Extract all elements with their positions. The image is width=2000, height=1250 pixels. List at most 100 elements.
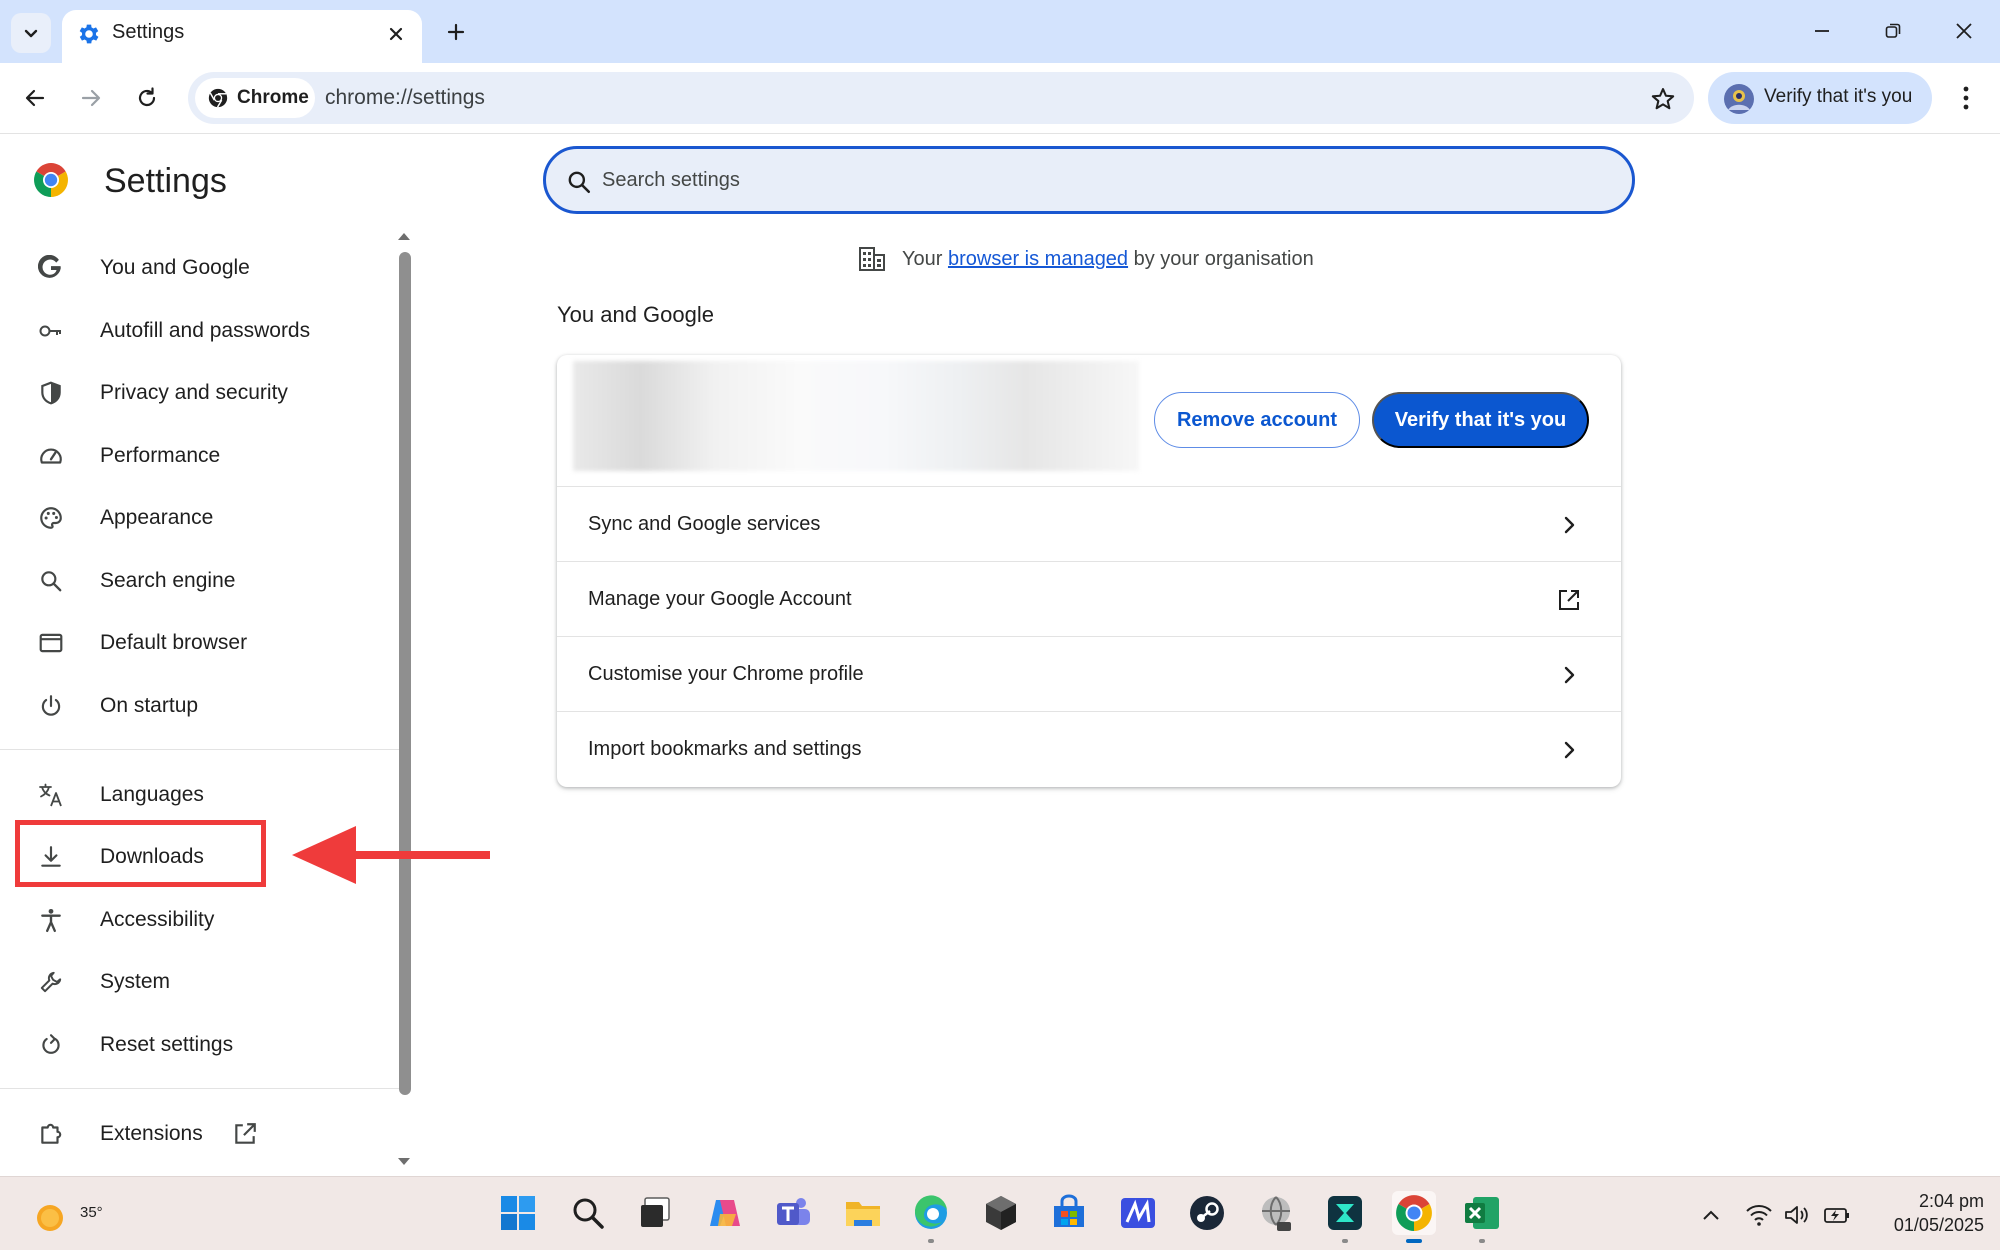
close-tab-button[interactable] <box>382 20 410 48</box>
task-view-button[interactable] <box>634 1191 678 1235</box>
search-input[interactable] <box>602 161 1602 199</box>
section-title: You and Google <box>557 302 714 327</box>
manage-google-account-row[interactable]: Manage your Google Account <box>557 562 1621 637</box>
weather-widget[interactable]: 35° <box>30 1190 103 1238</box>
sync-services-row[interactable]: Sync and Google services <box>557 487 1621 562</box>
reload-button[interactable] <box>126 77 168 119</box>
battery-status[interactable] <box>1822 1201 1852 1229</box>
show-hidden-icons-button[interactable] <box>1696 1201 1726 1229</box>
row-label: Manage your Google Account <box>588 588 852 610</box>
sidebar-scrollbar-thumb[interactable] <box>399 252 411 1095</box>
tab-settings[interactable]: Settings <box>62 10 422 63</box>
tab-strip: Settings <box>0 0 2000 63</box>
filmora-app[interactable] <box>1323 1191 1367 1243</box>
reset-icon <box>42 1034 60 1054</box>
active-indicator <box>1406 1239 1422 1243</box>
excel-icon <box>1465 1197 1499 1229</box>
clock-date: 01/05/2025 <box>1893 1215 1984 1235</box>
edge-icon <box>914 1195 947 1229</box>
sidebar-item-on-startup[interactable]: On startup <box>28 681 388 731</box>
google-g-icon <box>38 255 61 278</box>
scroll-up-arrow-icon[interactable] <box>396 230 412 242</box>
managed-text-suffix: by your organisation <box>1128 248 1314 270</box>
minimize-button[interactable] <box>1800 10 1844 52</box>
running-indicator <box>1479 1239 1485 1243</box>
chrome-app[interactable] <box>1392 1191 1436 1243</box>
url-text[interactable]: chrome://settings <box>325 86 485 110</box>
file-explorer-app[interactable] <box>841 1191 885 1235</box>
unity-app[interactable] <box>979 1191 1023 1235</box>
edge-app[interactable] <box>909 1191 953 1243</box>
search-icon <box>573 1198 604 1229</box>
annotation-highlight-box <box>15 820 266 887</box>
accessibility-icon <box>41 908 61 933</box>
sidebar-item-label: Accessibility <box>100 908 215 931</box>
sidebar-item-you-and-google[interactable]: You and Google <box>28 243 388 293</box>
pro-app[interactable] <box>1254 1191 1298 1235</box>
chevron-up-icon <box>1703 1210 1719 1220</box>
excel-app[interactable] <box>1460 1191 1504 1243</box>
sidebar-item-autofill[interactable]: Autofill and passwords <box>28 306 388 356</box>
sidebar-item-reset[interactable]: Reset settings <box>28 1020 388 1070</box>
avatar <box>1724 84 1754 114</box>
clock[interactable]: 2:04 pm 01/05/2025 <box>1864 1189 1984 1237</box>
sidebar-item-privacy[interactable]: Privacy and security <box>28 368 388 418</box>
remove-account-button[interactable]: Remove account <box>1154 392 1360 448</box>
sidebar-item-label: Default browser <box>100 631 248 654</box>
taskbar-search-button[interactable] <box>566 1191 610 1235</box>
sidebar-item-extensions[interactable]: Extensions <box>28 1109 388 1159</box>
managed-text-prefix: Your <box>902 248 948 270</box>
steam-app[interactable] <box>1185 1191 1229 1235</box>
restore-button[interactable] <box>1871 10 1915 52</box>
sidebar-item-accessibility[interactable]: Accessibility <box>28 895 388 945</box>
browser-menu-button[interactable] <box>1946 77 1986 119</box>
clock-time: 2:04 pm <box>1918 1191 1984 1211</box>
store-icon <box>1054 1194 1084 1227</box>
sidebar-item-label: Performance <box>100 444 221 467</box>
wrench-icon <box>40 971 62 993</box>
forward-button[interactable] <box>70 77 112 119</box>
sidebar-item-search-engine[interactable]: Search engine <box>28 556 388 606</box>
more-vert-icon <box>1963 86 1969 110</box>
copilot-app[interactable] <box>703 1191 747 1235</box>
editor-app[interactable] <box>1116 1191 1160 1235</box>
sidebar-item-label: Search engine <box>100 569 236 592</box>
sidebar-item-performance[interactable]: Performance <box>28 431 388 481</box>
teams-app[interactable] <box>771 1191 815 1235</box>
sidebar-item-appearance[interactable]: Appearance <box>28 493 388 543</box>
blurred-account-info <box>573 361 1139 471</box>
close-window-button[interactable] <box>1942 10 1986 52</box>
import-bookmarks-row[interactable]: Import bookmarks and settings <box>557 712 1621 787</box>
settings-search-box[interactable] <box>543 146 1635 214</box>
verify-identity-button[interactable]: Verify that it's you <box>1372 392 1589 448</box>
avatar-image-icon <box>1724 84 1754 114</box>
browser-toolbar: Chrome chrome://settings Verify that it'… <box>0 63 2000 134</box>
sidebar-item-languages[interactable]: Languages <box>28 770 388 820</box>
power-icon <box>41 695 61 716</box>
sidebar-item-label: Privacy and security <box>100 381 288 404</box>
back-button[interactable] <box>14 77 56 119</box>
minimize-icon <box>1815 30 1829 32</box>
search-icon <box>41 571 62 592</box>
volume-status[interactable] <box>1782 1201 1812 1229</box>
new-tab-button[interactable] <box>436 14 476 50</box>
browser-managed-link[interactable]: browser is managed <box>948 248 1128 270</box>
chevron-right-icon <box>1564 666 1575 684</box>
store-app[interactable] <box>1047 1191 1091 1235</box>
sidebar-item-label: System <box>100 970 171 993</box>
teams-icon <box>777 1198 810 1225</box>
scroll-down-arrow-icon[interactable] <box>396 1156 412 1168</box>
sidebar-item-system[interactable]: System <box>28 957 388 1007</box>
wifi-status[interactable] <box>1744 1201 1774 1229</box>
account-row: Remove account Verify that it's you <box>557 355 1621 487</box>
sidebar-item-label: On startup <box>100 694 199 717</box>
tab-search-button[interactable] <box>11 13 51 53</box>
sidebar-item-default-browser[interactable]: Default browser <box>28 618 388 668</box>
bookmark-button[interactable] <box>1648 84 1678 114</box>
profile-button[interactable]: Verify that it's you <box>1708 72 1932 124</box>
customise-profile-row[interactable]: Customise your Chrome profile <box>557 637 1621 712</box>
chevron-right-icon <box>1564 516 1575 534</box>
address-bar[interactable]: Chrome chrome://settings <box>188 72 1694 124</box>
start-button[interactable] <box>496 1191 540 1235</box>
sidebar-item-label: Reset settings <box>100 1033 234 1056</box>
